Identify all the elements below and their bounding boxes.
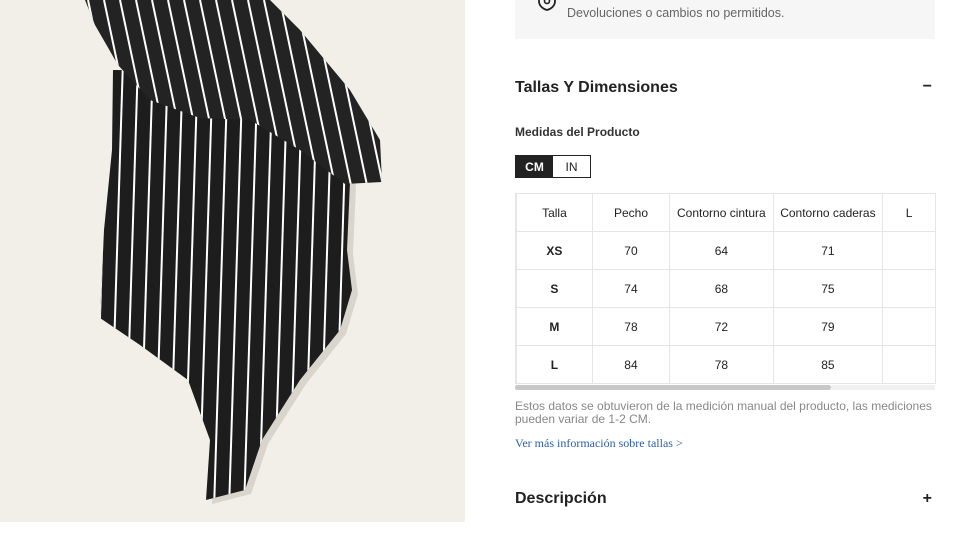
stripe-line: [408, 0, 448, 190]
cell-caderas: 79: [772, 307, 884, 346]
cell-pecho: 78: [591, 307, 671, 346]
cell-pecho: 70: [591, 231, 671, 270]
table-horizontal-scrollbar[interactable]: [515, 385, 935, 390]
bodysuit-image: [40, 0, 448, 510]
cell-size: XS: [516, 231, 593, 270]
cell-size: M: [516, 307, 593, 346]
returns-text: Devoluciones o cambios no permitidos.: [567, 6, 785, 20]
description-section-title[interactable]: Descripción: [515, 490, 607, 508]
cell-pecho: 84: [591, 345, 671, 384]
stripe-line: [40, 0, 80, 190]
size-table-container[interactable]: Talla Pecho Contorno cintura Contorno ca…: [515, 193, 936, 384]
stripe-line: [85, 0, 97, 184]
cell-size: L: [516, 345, 593, 384]
cell-extra: [882, 307, 936, 346]
cell-cintura: 72: [669, 307, 774, 346]
table-row: M 78 72 79: [516, 307, 936, 346]
header-cintura: Contorno cintura: [669, 193, 774, 232]
header-extra: L: [882, 193, 936, 232]
cell-size: S: [516, 269, 593, 308]
size-table: Talla Pecho Contorno cintura Contorno ca…: [516, 193, 936, 384]
header-pecho: Pecho: [591, 193, 671, 232]
stripe-line: [64, 60, 78, 510]
stripe-line: [392, 0, 432, 190]
cell-extra: [882, 345, 936, 384]
unit-in-button[interactable]: IN: [553, 156, 590, 177]
product-details-panel: Devoluciones o cambios no permitidos. Ta…: [515, 0, 936, 542]
table-row: L 84 78 85: [516, 345, 936, 384]
header-talla: Talla: [516, 193, 593, 232]
sizes-section-title[interactable]: Tallas Y Dimensiones: [515, 79, 678, 97]
cell-cintura: 78: [669, 345, 774, 384]
unit-toggle: CM IN: [515, 155, 591, 178]
unit-cm-button[interactable]: CM: [516, 156, 553, 177]
scrollbar-thumb[interactable]: [515, 385, 831, 390]
table-header-row: Talla Pecho Contorno cintura Contorno ca…: [516, 193, 936, 232]
cell-caderas: 85: [772, 345, 884, 384]
returns-info-box: Devoluciones o cambios no permitidos.: [515, 0, 935, 39]
collapse-sizes-icon[interactable]: −: [923, 78, 932, 96]
cell-caderas: 75: [772, 269, 884, 308]
product-image[interactable]: [0, 0, 465, 522]
measurements-heading: Medidas del Producto: [515, 125, 640, 139]
table-row: XS 70 64 71: [516, 231, 936, 270]
cell-extra: [882, 231, 936, 270]
cell-pecho: 74: [591, 269, 671, 308]
cell-extra: [882, 269, 936, 308]
size-info-link[interactable]: Ver más información sobre tallas >: [515, 436, 683, 451]
header-caderas: Contorno caderas: [772, 193, 884, 232]
stripe-line: [79, 60, 93, 510]
table-row: S 74 68 75: [516, 269, 936, 308]
shield-icon: [538, 0, 556, 11]
expand-description-icon[interactable]: +: [923, 490, 932, 508]
measurement-note: Estos datos se obtuvieron de la medición…: [515, 399, 932, 426]
cell-cintura: 68: [669, 269, 774, 308]
stripe-line: [375, 0, 382, 184]
cell-cintura: 64: [669, 231, 774, 270]
cell-caderas: 71: [772, 231, 884, 270]
